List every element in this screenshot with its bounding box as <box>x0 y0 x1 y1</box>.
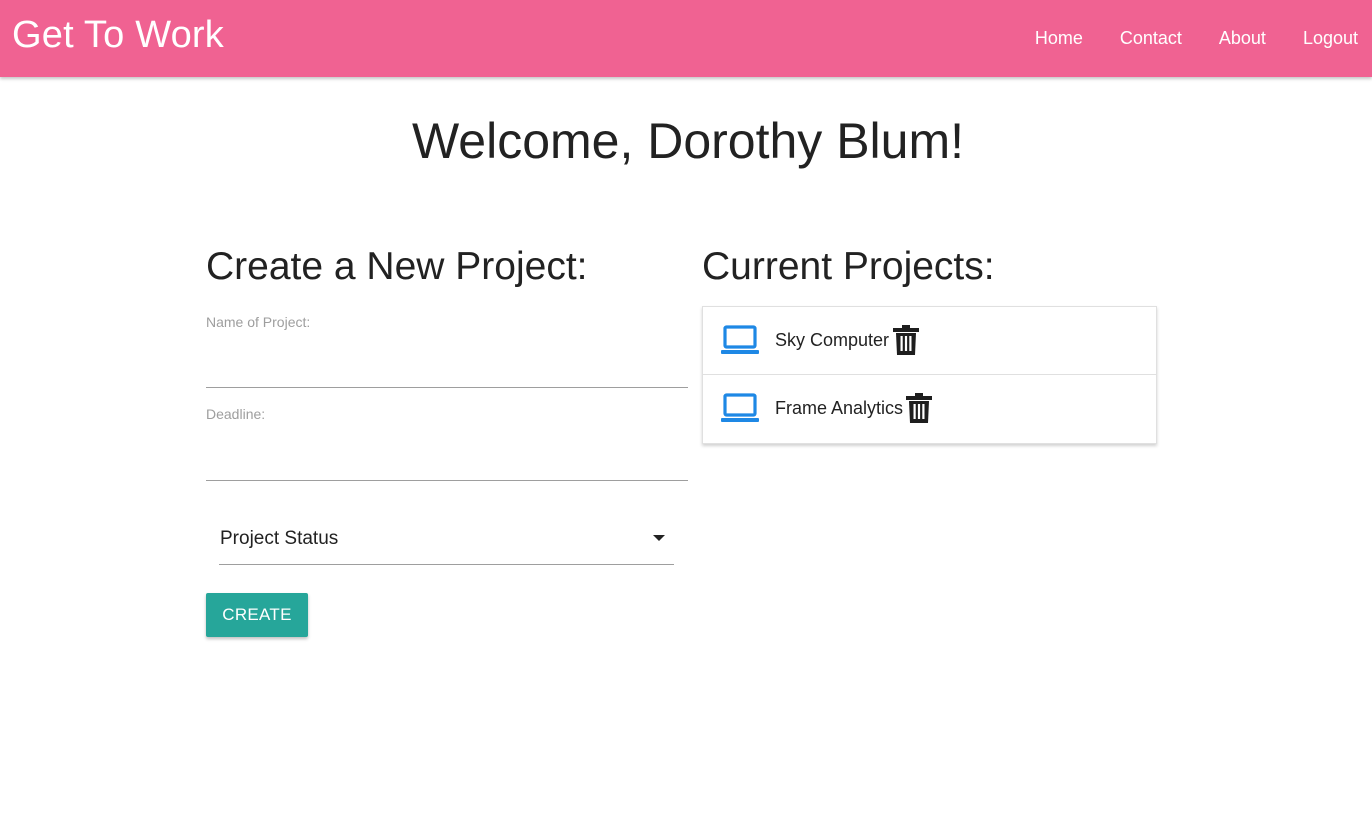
welcome-heading: Welcome, Dorothy Blum! <box>411 113 965 169</box>
create-project-title: Create a New Project: <box>206 245 588 288</box>
nav-home-link[interactable]: Home <box>1035 28 1083 49</box>
top-navbar: Get To Work Home Contact About Logout <box>0 0 1372 77</box>
project-name-label: Name of Project: <box>206 314 311 330</box>
project-status-value: Project Status <box>220 528 339 549</box>
deadline-label: Deadline: <box>206 406 266 422</box>
current-projects-title: Current Projects: <box>702 245 995 288</box>
nav-about-link[interactable]: About <box>1219 28 1266 49</box>
project-name: Sky Computer <box>775 330 890 350</box>
project-list: Sky Computer Frame Analytics <box>702 306 1157 444</box>
project-name: Frame Analytics <box>775 398 904 418</box>
project-item[interactable]: Sky Computer <box>703 307 1156 375</box>
trash-icon[interactable] <box>893 325 919 355</box>
chevron-down-icon <box>653 535 665 541</box>
laptop-icon <box>721 325 759 354</box>
project-status-select[interactable]: Project Status <box>219 516 674 565</box>
project-name-input[interactable] <box>206 353 688 388</box>
brand-logo[interactable]: Get To Work <box>12 14 224 57</box>
project-item[interactable]: Frame Analytics <box>703 375 1156 443</box>
nav-contact-link[interactable]: Contact <box>1120 28 1182 49</box>
create-button[interactable]: CREATE <box>206 593 308 637</box>
deadline-input[interactable] <box>206 446 688 481</box>
nav-logout-link[interactable]: Logout <box>1303 28 1358 49</box>
nav-links: Home Contact About Logout <box>998 0 1358 77</box>
trash-icon[interactable] <box>906 393 932 423</box>
laptop-icon <box>721 393 759 422</box>
